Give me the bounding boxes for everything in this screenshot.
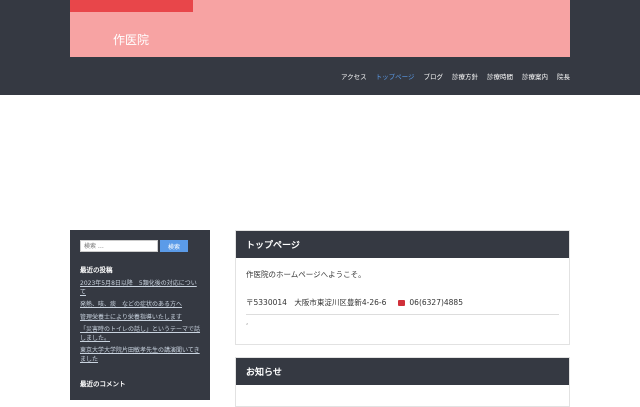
nav-item-blog[interactable]: ブログ [424,71,444,81]
search-form: 検索 [80,240,200,252]
phone-number: 06(6327)4885 [409,298,463,307]
postal-address: 〒5330014 大阪市東淀川区豊新4-26-6 [246,298,387,307]
card-title: お知らせ [246,368,282,378]
recent-posts-title: 最近の投稿 [80,266,113,274]
recent-comments-title: 最近のコメント [80,380,126,388]
card-header: お知らせ [236,358,569,385]
search-input[interactable] [80,240,158,252]
nav-item-top[interactable]: トップページ [376,71,415,81]
recent-post-link[interactable]: 2023年5月8日以降 5類化後の対応について [80,280,200,297]
sidebar: 検索 最近の投稿 2023年5月8日以降 5類化後の対応について 発熱、咳、痰 … [70,230,210,400]
nav-item-director[interactable]: 院長 [557,71,570,81]
nav-item-hours[interactable]: 診療時間 [487,71,513,81]
extra-text: , [246,318,249,326]
recent-post-link[interactable]: 東京大学大学院片田敏孝先生の講演聞いてきました [80,347,200,364]
nav-item-policy[interactable]: 診療方針 [452,71,478,81]
recent-post-link[interactable]: 発熱、咳、痰 などの症状のある方へ [80,301,200,310]
search-button[interactable]: 検索 [160,240,188,252]
phone-icon [398,299,406,306]
nav-item-access[interactable]: アクセス [341,71,367,81]
recent-post-link[interactable]: 「災害時のトイレの話し」というテーマで話しました。 [80,326,200,343]
card-header: トップページ [236,231,569,258]
main-nav: アクセス トップページ ブログ 診療方針 診療時間 診療案内 院長 [341,71,570,81]
hero-stripe [70,0,193,12]
recent-posts-list: 2023年5月8日以降 5類化後の対応について 発熱、咳、痰 などの症状のある方… [80,280,200,364]
card-title: トップページ [246,241,300,251]
nav-item-services[interactable]: 診療案内 [522,71,548,81]
contact-line: 〒5330014 大阪市東淀川区豊新4-26-6 06(6327)4885 [246,297,559,315]
card-body: 作医院のホームページへようこそ。 〒5330014 大阪市東淀川区豊新4-26-… [236,258,569,336]
site-title[interactable]: 作医院 [113,31,149,48]
welcome-text: 作医院のホームページへようこそ。 [246,270,366,279]
top-page-card: トップページ 作医院のホームページへようこそ。 〒5330014 大阪市東淀川区… [235,230,570,345]
recent-post-link[interactable]: 管理栄養士により栄養指導いたします [80,314,200,323]
